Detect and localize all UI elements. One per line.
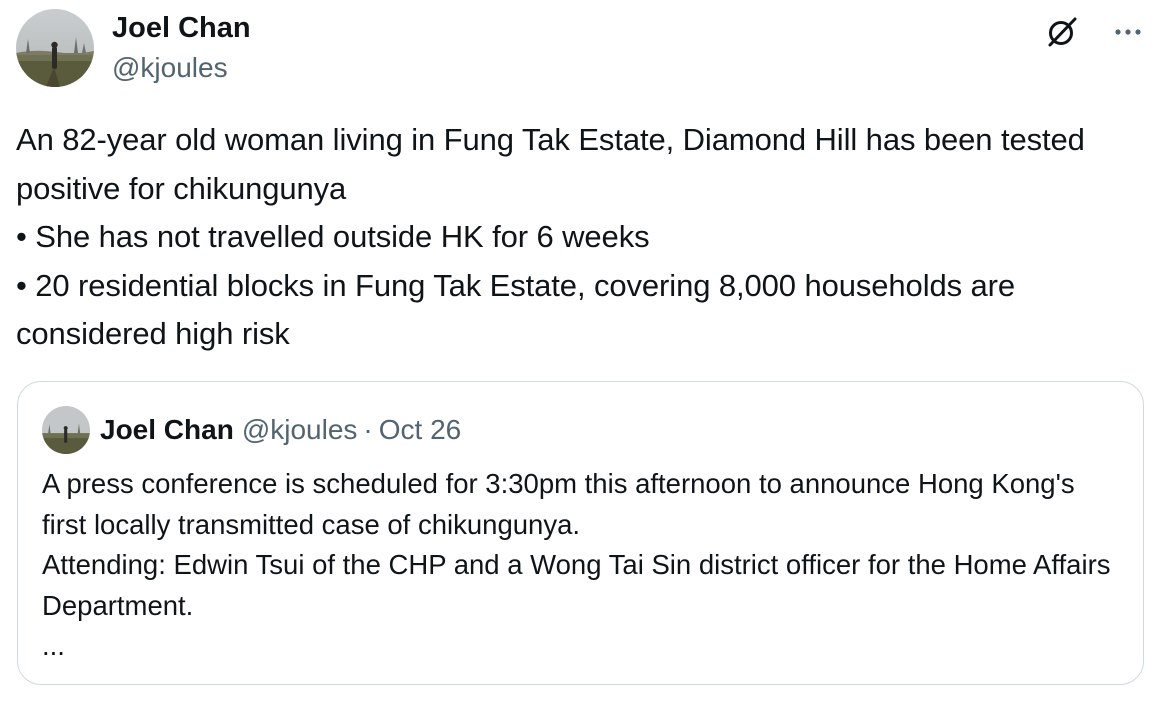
tweet-text: An 82-year old woman living in Fung Tak … — [16, 116, 1136, 359]
tweet-actions-top — [1044, 14, 1142, 50]
quoted-tweet-text: A press conference is scheduled for 3:30… — [42, 464, 1122, 667]
tweet-text-bullet: • 20 residential blocks in Fung Tak Esta… — [16, 267, 1016, 352]
author-handle[interactable]: @kjoules — [112, 49, 251, 87]
quoted-author-handle: @kjoules — [241, 414, 358, 445]
quoted-tweet-header: Joel Chan @kjoules · Oct 26 — [42, 406, 461, 454]
quoted-tweet-date: Oct 26 — [378, 414, 462, 445]
more-icon[interactable] — [1114, 27, 1142, 37]
quoted-text-line: A press conference is scheduled for 3:30… — [42, 468, 1075, 540]
grok-icon[interactable] — [1044, 14, 1080, 50]
author-display-name[interactable]: Joel Chan — [112, 10, 251, 46]
tweet-text-line: An 82-year old woman living in Fung Tak … — [16, 122, 1085, 206]
quoted-author-display-name: Joel Chan — [100, 414, 234, 445]
quoted-text-line: Attending: Edwin Tsui of the CHP and a W… — [42, 549, 1111, 621]
author-info: Joel Chan @kjoules — [112, 10, 251, 87]
quoted-text-ellipsis: ... — [42, 630, 65, 661]
separator-dot: · — [363, 414, 373, 445]
quoted-author-avatar — [42, 406, 90, 454]
quoted-tweet[interactable]: Joel Chan @kjoules · Oct 26 A press conf… — [17, 381, 1144, 685]
tweet: Joel Chan @kjoules An 82-year old woman … — [0, 0, 1162, 702]
tweet-text-bullet: • She has not travelled outside HK for 6… — [16, 219, 650, 254]
author-avatar[interactable] — [16, 9, 94, 87]
